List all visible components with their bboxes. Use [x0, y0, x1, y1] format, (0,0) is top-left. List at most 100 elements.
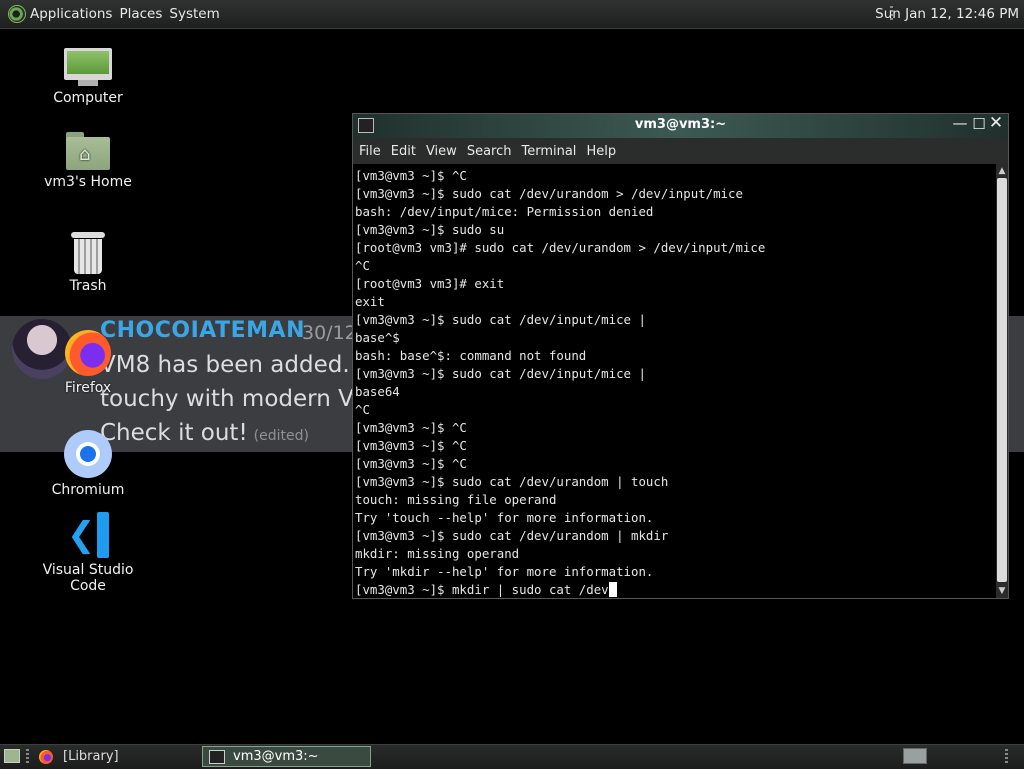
terminal-line: [vm3@vm3 ~]$ sudo cat /dev/urandom > /de…: [355, 185, 996, 203]
terminal-line-text: [root@vm3 vm3]# exit: [355, 276, 505, 291]
maximize-button[interactable]: ☐: [970, 115, 988, 133]
menu-applications[interactable]: Applications: [30, 6, 119, 22]
task-label: [Library]: [63, 749, 119, 764]
terminal-line: [vm3@vm3 ~]$ sudo cat /dev/input/mice |: [355, 365, 996, 383]
terminal-line: [vm3@vm3 ~]$ sudo su: [355, 221, 996, 239]
scroll-thumb[interactable]: [997, 178, 1007, 582]
computer-icon: [64, 48, 112, 86]
close-button[interactable]: ✕: [987, 113, 1005, 133]
window-titlebar[interactable]: vm3@vm3:~ — ☐ ✕: [353, 113, 1008, 138]
terminal-line: [vm3@vm3 ~]$ ^C: [355, 455, 996, 473]
terminal-line: [vm3@vm3 ~]$ ^C: [355, 167, 996, 185]
terminal-line: bash: /dev/input/mice: Permission denied: [355, 203, 996, 221]
taskbar-grip-handle[interactable]: [1005, 749, 1008, 765]
firefox-icon: [65, 330, 111, 376]
desktop-icon-label: Computer: [53, 90, 123, 106]
terminal-line-text: base64: [355, 384, 400, 399]
terminal-line-text: [root@vm3 vm3]# sudo cat /dev/urandom > …: [355, 240, 766, 255]
terminal-line: exit: [355, 293, 996, 311]
terminal-line-text: [vm3@vm3 ~]$ mkdir | sudo cat /dev: [355, 582, 609, 597]
desktop-icon-vscode[interactable]: ❮ Visual Studio Code: [28, 512, 148, 594]
terminal-line: base64: [355, 383, 996, 401]
show-desktop-icon[interactable]: [4, 749, 20, 763]
menu-search[interactable]: Search: [461, 144, 516, 159]
text-cursor: [608, 582, 617, 597]
terminal-menubar: File Edit View Search Terminal Help: [353, 138, 1008, 164]
terminal-line: [vm3@vm3 ~]$ ^C: [355, 437, 996, 455]
terminal-line: [vm3@vm3 ~]$ sudo cat /dev/urandom | tou…: [355, 473, 996, 491]
desktop-icon-computer[interactable]: Computer: [28, 48, 148, 106]
terminal-line-text: [vm3@vm3 ~]$ sudo cat /dev/urandom | tou…: [355, 474, 669, 489]
terminal-line-text: [vm3@vm3 ~]$ ^C: [355, 168, 467, 183]
terminal-line: Try 'touch --help' for more information.: [355, 509, 996, 527]
terminal-line: [root@vm3 vm3]# exit: [355, 275, 996, 293]
taskbar-grip-handle[interactable]: [26, 749, 29, 765]
terminal-line-text: [vm3@vm3 ~]$ sudo cat /dev/urandom | mkd…: [355, 528, 669, 543]
terminal-lines: [vm3@vm3 ~]$ ^C [vm3@vm3 ~]$ sudo cat /de…: [355, 167, 996, 598]
terminal-line-text: Try 'touch --help' for more information.: [355, 510, 654, 525]
terminal-line: bash: base^$: command not found: [355, 347, 996, 365]
clock[interactable]: Sun Jan 12, 12:46 PM: [875, 6, 1019, 22]
terminal-window: vm3@vm3:~ — ☐ ✕ File Edit View Search Te…: [352, 113, 1009, 599]
terminal-line-text: exit: [355, 294, 385, 309]
terminal-line-text: [vm3@vm3 ~]$ sudo su: [355, 222, 505, 237]
desktop-icon-label: Trash: [69, 278, 107, 294]
top-panel: Applications Places System Sun Jan 12, 1…: [0, 0, 1024, 29]
terminal-line: ^C: [355, 401, 996, 419]
task-button-terminal[interactable]: vm3@vm3:~: [202, 746, 371, 767]
desktop-icon-label: vm3's Home: [44, 174, 132, 190]
minimize-button[interactable]: —: [951, 114, 969, 132]
menu-system[interactable]: System: [169, 6, 226, 22]
terminal-output[interactable]: [vm3@vm3 ~]$ ^C [vm3@vm3 ~]$ sudo cat /de…: [353, 164, 996, 598]
terminal-line-text: [vm3@vm3 ~]$ sudo cat /dev/input/mice |: [355, 366, 646, 381]
trash-icon: [71, 232, 105, 274]
scrollbar[interactable]: ▲ ▼: [996, 164, 1008, 598]
menu-terminal[interactable]: Terminal: [515, 144, 580, 159]
terminal-line-text: base^$: [355, 330, 400, 345]
terminal-line: [vm3@vm3 ~]$ sudo cat /dev/input/mice |: [355, 311, 996, 329]
edited-tag: (edited): [253, 428, 309, 444]
terminal-line-text: [vm3@vm3 ~]$ ^C: [355, 420, 467, 435]
terminal-line: [vm3@vm3 ~]$ sudo cat /dev/urandom | mkd…: [355, 527, 996, 545]
terminal-icon: [209, 749, 225, 764]
desktop-icon-trash[interactable]: Trash: [28, 232, 148, 294]
menu-view[interactable]: View: [420, 144, 461, 159]
menu-help[interactable]: Help: [580, 144, 620, 159]
desktop-icon-label: Visual Studio Code: [42, 562, 134, 594]
terminal-line-text: Try 'mkdir --help' for more information.: [355, 564, 654, 579]
bottom-taskbar: [Library] vm3@vm3:~: [0, 744, 1024, 769]
terminal-line: touch: missing file operand: [355, 491, 996, 509]
terminal-line-text: ^C: [355, 402, 370, 417]
terminal-line-text: mkdir: missing operand: [355, 546, 520, 561]
menu-edit[interactable]: Edit: [385, 144, 420, 159]
firefox-icon: [39, 749, 53, 764]
terminal-line-text: [vm3@vm3 ~]$ sudo cat /dev/input/mice |: [355, 312, 646, 327]
terminal-line-text: bash: /dev/input/mice: Permission denied: [355, 204, 654, 219]
terminal-line-text: [vm3@vm3 ~]$ ^C: [355, 456, 467, 471]
task-label: vm3@vm3:~: [233, 749, 319, 764]
scroll-down-arrow-icon[interactable]: ▼: [996, 585, 1008, 597]
terminal-line: Try 'mkdir --help' for more information.: [355, 563, 996, 581]
distro-logo-icon[interactable]: [8, 5, 26, 23]
terminal-line-text: bash: base^$: command not found: [355, 348, 587, 363]
chromium-icon: [64, 430, 112, 478]
home-folder-icon: ⌂: [66, 132, 110, 170]
menu-file[interactable]: File: [353, 144, 385, 159]
terminal-line: [vm3@vm3 ~]$ mkdir | sudo cat /dev: [355, 581, 996, 598]
desktop-icon-firefox[interactable]: Firefox: [28, 330, 148, 396]
desktop-icon-home[interactable]: ⌂ vm3's Home: [28, 132, 148, 190]
workspace-switcher[interactable]: [903, 748, 927, 764]
terminal-line-text: ^C: [355, 258, 370, 273]
task-button-library[interactable]: [Library]: [36, 746, 198, 767]
scroll-up-arrow-icon[interactable]: ▲: [996, 165, 1008, 177]
menu-places[interactable]: Places: [119, 6, 169, 22]
terminal-line: mkdir: missing operand: [355, 545, 996, 563]
window-title: vm3@vm3:~: [634, 117, 727, 132]
terminal-line: [vm3@vm3 ~]$ ^C: [355, 419, 996, 437]
terminal-line: ^C: [355, 257, 996, 275]
desktop-icon-chromium[interactable]: Chromium: [28, 430, 148, 498]
terminal-line: base^$: [355, 329, 996, 347]
terminal-line-text: touch: missing file operand: [355, 492, 557, 507]
desktop-icon-label: Firefox: [64, 380, 112, 396]
desktop-icon-label: Chromium: [51, 482, 125, 498]
